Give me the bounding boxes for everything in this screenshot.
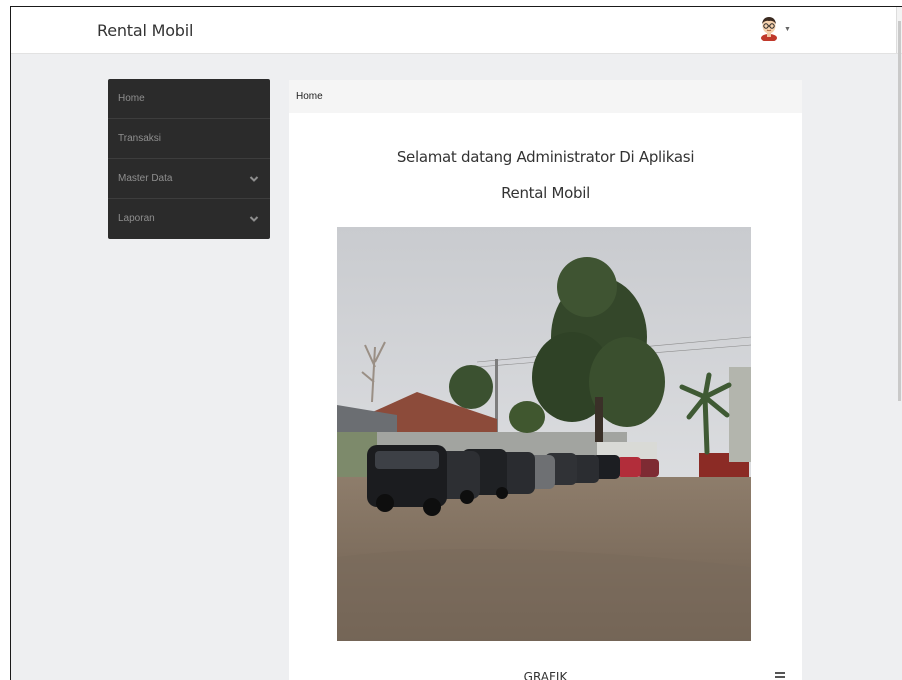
chart-section-title: GRAFIK (523, 670, 568, 680)
sidebar-item-label: Transaksi (118, 133, 161, 144)
chevron-down-icon (249, 216, 259, 222)
hamburger-menu-icon[interactable] (775, 672, 785, 680)
sidebar-item-laporan[interactable]: Laporan (108, 199, 270, 239)
sidebar-item-label: Master Data (118, 173, 173, 184)
sidebar-item-transaksi[interactable]: Transaksi (108, 119, 270, 159)
welcome-line-2: Rental Mobil (501, 184, 590, 202)
sidebar-item-master-data[interactable]: Master Data (108, 159, 270, 199)
sidebar-item-label: Home (118, 93, 145, 104)
app-window: Rental Mobil ▼ Home Transaksi Master Dat… (10, 6, 902, 680)
sidebar-item-label: Laporan (118, 213, 155, 224)
welcome-line-1: Selamat datang Administrator Di Aplikasi (396, 148, 695, 166)
brand-link[interactable]: Rental Mobil (97, 21, 193, 40)
scrollbar[interactable] (896, 7, 902, 401)
scrollbar-thumb[interactable] (898, 21, 901, 401)
user-menu-toggle[interactable]: ▼ (758, 15, 791, 41)
chevron-down-icon (249, 176, 259, 182)
sidebar: Home Transaksi Master Data Laporan (108, 79, 270, 239)
user-avatar-icon (761, 17, 777, 41)
caret-down-icon: ▼ (784, 26, 791, 33)
top-navbar: Rental Mobil ▼ (11, 7, 902, 401)
sidebar-item-home[interactable]: Home (108, 79, 270, 119)
main-panel: Home Selamat datang Administrator Di Apl… (289, 80, 802, 680)
breadcrumb: Home (289, 80, 802, 113)
car-lot-photo (337, 227, 751, 641)
